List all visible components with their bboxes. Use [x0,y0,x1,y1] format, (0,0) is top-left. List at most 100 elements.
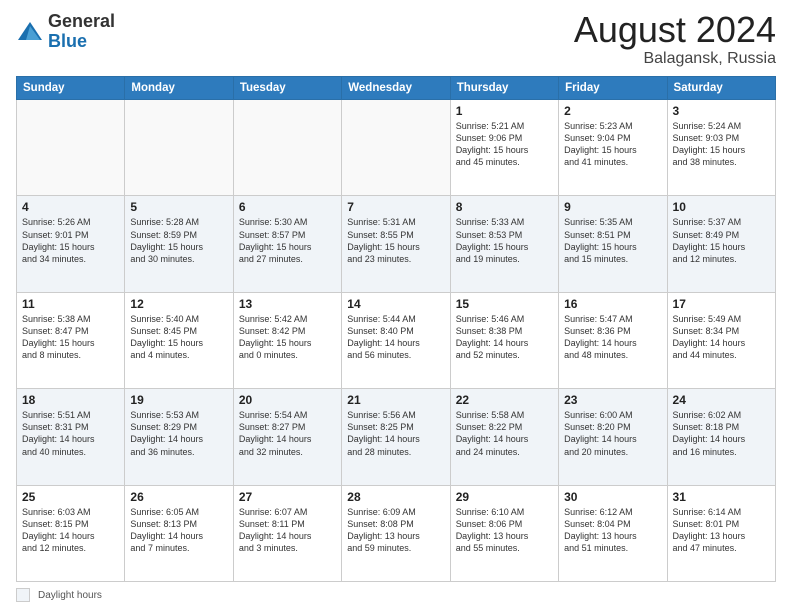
calendar-cell: 13 Sunrise: 5:42 AM Sunset: 8:42 PM Dayli… [233,292,341,388]
page: General Blue August 2024 Balagansk, Russ… [0,0,792,612]
logo-blue-text: Blue [48,31,87,51]
day-number: 12 [130,297,227,311]
day-number: 19 [130,393,227,407]
day-number: 2 [564,104,661,118]
calendar-week-1: 1 Sunrise: 5:21 AM Sunset: 9:06 PM Daylig… [17,100,776,196]
day-info: Sunrise: 6:12 AM Sunset: 8:04 PM Dayligh… [564,506,661,555]
day-number: 10 [673,200,770,214]
calendar-header-monday: Monday [125,77,233,100]
day-number: 9 [564,200,661,214]
calendar-cell: 28Sunrise: 6:09 AM Sunset: 8:08 PM Dayli… [342,485,450,581]
day-info: Sunrise: 5:44 AM Sunset: 8:40 PM Dayligh… [347,313,444,362]
calendar-header-row: SundayMondayTuesdayWednesdayThursdayFrid… [17,77,776,100]
calendar-week-5: 25 Sunrise: 6:03 AM Sunset: 8:15 PM Dayli… [17,485,776,581]
calendar-header-wednesday: Wednesday [342,77,450,100]
calendar-cell [17,100,125,196]
day-number: 28 [347,490,444,504]
day-info: Sunrise: 5:30 AM Sunset: 8:57 PM Dayligh… [239,216,336,265]
calendar-cell: 30 Sunrise: 6:12 AM Sunset: 8:04 PM Dayli… [559,485,667,581]
day-info: Sunrise: 6:14 AM Sunset: 8:01 PM Dayligh… [673,506,770,555]
calendar-cell: 22Sunrise: 5:58 AM Sunset: 8:22 PM Dayli… [450,389,558,485]
calendar-cell: 12 Sunrise: 5:40 AM Sunset: 8:45 PM Dayli… [125,292,233,388]
day-number: 8 [456,200,553,214]
day-info: Sunrise: 5:42 AM Sunset: 8:42 PM Dayligh… [239,313,336,362]
day-number: 11 [22,297,119,311]
day-number: 7 [347,200,444,214]
day-info: Sunrise: 5:40 AM Sunset: 8:45 PM Dayligh… [130,313,227,362]
logo-general-text: General [48,11,115,31]
day-info: Sunrise: 5:31 AM Sunset: 8:55 PM Dayligh… [347,216,444,265]
day-number: 14 [347,297,444,311]
calendar-cell: 24Sunrise: 6:02 AM Sunset: 8:18 PM Dayli… [667,389,775,485]
day-info: Sunrise: 6:10 AM Sunset: 8:06 PM Dayligh… [456,506,553,555]
day-info: Sunrise: 5:24 AM Sunset: 9:03 PM Dayligh… [673,120,770,169]
day-number: 20 [239,393,336,407]
day-info: Sunrise: 5:21 AM Sunset: 9:06 PM Dayligh… [456,120,553,169]
calendar-cell: 11 Sunrise: 5:38 AM Sunset: 8:47 PM Dayli… [17,292,125,388]
day-number: 31 [673,490,770,504]
day-info: Sunrise: 5:49 AM Sunset: 8:34 PM Dayligh… [673,313,770,362]
calendar-cell: 20 Sunrise: 5:54 AM Sunset: 8:27 PM Dayli… [233,389,341,485]
calendar-cell: 5Sunrise: 5:28 AM Sunset: 8:59 PM Daylig… [125,196,233,292]
calendar-cell: 2Sunrise: 5:23 AM Sunset: 9:04 PM Daylig… [559,100,667,196]
calendar-cell: 14 Sunrise: 5:44 AM Sunset: 8:40 PM Dayli… [342,292,450,388]
day-info: Sunrise: 5:53 AM Sunset: 8:29 PM Dayligh… [130,409,227,458]
day-info: Sunrise: 5:28 AM Sunset: 8:59 PM Dayligh… [130,216,227,265]
calendar-cell: 4Sunrise: 5:26 AM Sunset: 9:01 PM Daylig… [17,196,125,292]
day-number: 3 [673,104,770,118]
logo-icon [16,18,44,46]
day-info: Sunrise: 5:51 AM Sunset: 8:31 PM Dayligh… [22,409,119,458]
day-info: Sunrise: 5:54 AM Sunset: 8:27 PM Dayligh… [239,409,336,458]
title-block: August 2024 Balagansk, Russia [574,12,776,68]
month-title: August 2024 [574,12,776,48]
day-info: Sunrise: 5:46 AM Sunset: 8:38 PM Dayligh… [456,313,553,362]
daylight-legend-box [16,588,30,602]
calendar-cell: 27Sunrise: 6:07 AM Sunset: 8:11 PM Dayli… [233,485,341,581]
day-number: 15 [456,297,553,311]
day-info: Sunrise: 6:03 AM Sunset: 8:15 PM Dayligh… [22,506,119,555]
day-info: Sunrise: 6:05 AM Sunset: 8:13 PM Dayligh… [130,506,227,555]
calendar-cell: 8 Sunrise: 5:33 AM Sunset: 8:53 PM Daylig… [450,196,558,292]
calendar-cell: 17Sunrise: 5:49 AM Sunset: 8:34 PM Dayli… [667,292,775,388]
calendar-cell: 31 Sunrise: 6:14 AM Sunset: 8:01 PM Dayli… [667,485,775,581]
day-info: Sunrise: 5:33 AM Sunset: 8:53 PM Dayligh… [456,216,553,265]
calendar-header-sunday: Sunday [17,77,125,100]
day-info: Sunrise: 5:37 AM Sunset: 8:49 PM Dayligh… [673,216,770,265]
day-number: 6 [239,200,336,214]
calendar-cell: 1 Sunrise: 5:21 AM Sunset: 9:06 PM Daylig… [450,100,558,196]
calendar-cell: 7 Sunrise: 5:31 AM Sunset: 8:55 PM Daylig… [342,196,450,292]
footer: Daylight hours [16,588,776,602]
calendar-table: SundayMondayTuesdayWednesdayThursdayFrid… [16,76,776,582]
calendar-week-2: 4Sunrise: 5:26 AM Sunset: 9:01 PM Daylig… [17,196,776,292]
day-number: 29 [456,490,553,504]
calendar-cell: 18 Sunrise: 5:51 AM Sunset: 8:31 PM Dayli… [17,389,125,485]
day-number: 21 [347,393,444,407]
calendar-cell: 16 Sunrise: 5:47 AM Sunset: 8:36 PM Dayli… [559,292,667,388]
calendar-cell: 15 Sunrise: 5:46 AM Sunset: 8:38 PM Dayli… [450,292,558,388]
day-number: 18 [22,393,119,407]
day-info: Sunrise: 5:58 AM Sunset: 8:22 PM Dayligh… [456,409,553,458]
day-number: 1 [456,104,553,118]
calendar-cell [342,100,450,196]
calendar-cell: 26 Sunrise: 6:05 AM Sunset: 8:13 PM Dayli… [125,485,233,581]
calendar-cell: 19 Sunrise: 5:53 AM Sunset: 8:29 PM Dayli… [125,389,233,485]
day-info: Sunrise: 5:38 AM Sunset: 8:47 PM Dayligh… [22,313,119,362]
day-number: 13 [239,297,336,311]
day-number: 16 [564,297,661,311]
day-info: Sunrise: 5:26 AM Sunset: 9:01 PM Dayligh… [22,216,119,265]
calendar-cell: 29 Sunrise: 6:10 AM Sunset: 8:06 PM Dayli… [450,485,558,581]
day-number: 26 [130,490,227,504]
calendar-header-saturday: Saturday [667,77,775,100]
calendar-cell [233,100,341,196]
calendar-cell: 23Sunrise: 6:00 AM Sunset: 8:20 PM Dayli… [559,389,667,485]
day-info: Sunrise: 5:35 AM Sunset: 8:51 PM Dayligh… [564,216,661,265]
calendar-cell: 21Sunrise: 5:56 AM Sunset: 8:25 PM Dayli… [342,389,450,485]
day-number: 30 [564,490,661,504]
day-info: Sunrise: 5:47 AM Sunset: 8:36 PM Dayligh… [564,313,661,362]
day-number: 25 [22,490,119,504]
calendar-header-thursday: Thursday [450,77,558,100]
calendar-cell: 3 Sunrise: 5:24 AM Sunset: 9:03 PM Daylig… [667,100,775,196]
calendar-cell: 6 Sunrise: 5:30 AM Sunset: 8:57 PM Daylig… [233,196,341,292]
daylight-label: Daylight hours [38,590,102,601]
calendar-week-4: 18 Sunrise: 5:51 AM Sunset: 8:31 PM Dayli… [17,389,776,485]
